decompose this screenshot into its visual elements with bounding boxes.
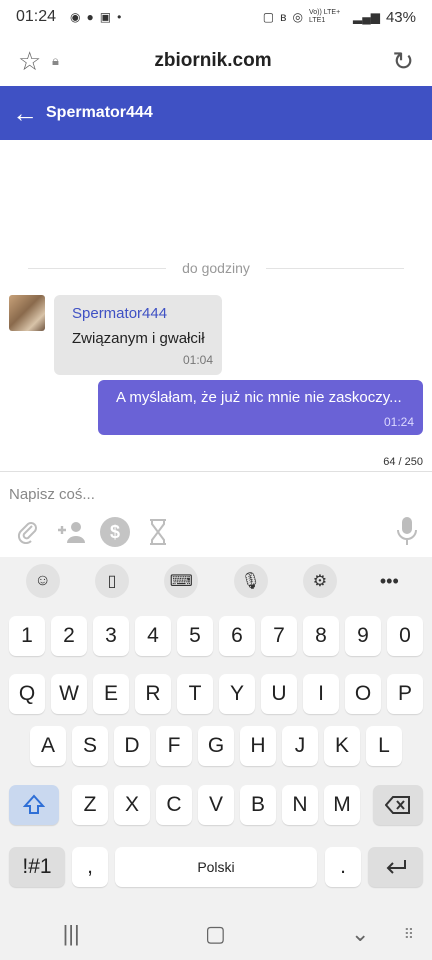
key-e[interactable]: E xyxy=(93,674,129,714)
paperclip-icon[interactable] xyxy=(12,516,44,548)
space-key[interactable]: Polski xyxy=(115,847,317,887)
keyboard-toolbar: ☺ ▯ ⌨ 🎙︎ ⚙ ••• xyxy=(0,557,432,605)
key-i[interactable]: I xyxy=(303,674,339,714)
keyboard-layout-icon[interactable]: ⌨ xyxy=(164,564,199,598)
key-b[interactable]: B xyxy=(240,785,276,825)
incoming-message: Spermator444 Związanym i gwałcił 01:04 xyxy=(54,295,222,375)
dollar-icon[interactable]: $ xyxy=(100,517,130,547)
keyboard-hide-icon[interactable]: ⠿ xyxy=(404,926,414,943)
facebook-icon: ● xyxy=(86,10,94,24)
navigation-bar: ||| ▢ ⌄ ⠿ xyxy=(0,908,432,960)
key-c[interactable]: C xyxy=(156,785,192,825)
messenger-icon: ◉ xyxy=(70,10,81,24)
signal-icon: ▂▄▆ xyxy=(353,10,380,24)
url-field[interactable]: zbiornik.com xyxy=(42,50,384,72)
nfc-icon: ▢ xyxy=(262,10,275,24)
message-text: Związanym i gwałcił xyxy=(72,330,205,347)
voice-input-icon[interactable]: 🎙︎ xyxy=(233,564,268,598)
char-counter: 64 / 250 xyxy=(383,456,423,468)
chat-title: Spermator444 xyxy=(46,104,153,121)
back-icon[interactable]: ⌄ xyxy=(351,921,369,947)
key-p[interactable]: P xyxy=(387,674,423,714)
key-y[interactable]: Y xyxy=(219,674,255,714)
key-f[interactable]: F xyxy=(156,726,192,766)
key-d[interactable]: D xyxy=(114,726,150,766)
key-4[interactable]: 4 xyxy=(135,616,171,656)
key-7[interactable]: 7 xyxy=(261,616,297,656)
key-x[interactable]: X xyxy=(114,785,150,825)
message-sender[interactable]: Spermator444 xyxy=(72,305,212,322)
home-icon[interactable]: ▢ xyxy=(205,921,226,947)
key-3[interactable]: 3 xyxy=(93,616,129,656)
hourglass-icon[interactable] xyxy=(142,516,174,548)
key-period[interactable]: . xyxy=(325,847,361,887)
key-z[interactable]: Z xyxy=(72,785,108,825)
composer: Napisz coś... $ xyxy=(0,471,432,557)
status-bar: 01:24 ◉ ● ▣ • ▢ ʙ ◎ Vo)) LTE+ LTE1 ▂▄▆ 4… xyxy=(0,0,432,34)
reload-icon[interactable]: ↻ xyxy=(384,46,414,77)
message-time: 01:24 xyxy=(383,415,414,429)
back-arrow-icon[interactable]: ← xyxy=(12,98,46,129)
dot-icon: • xyxy=(117,10,122,24)
key-v[interactable]: V xyxy=(198,785,234,825)
time-divider: do godziny xyxy=(28,260,404,276)
key-u[interactable]: U xyxy=(261,674,297,714)
add-user-icon[interactable] xyxy=(56,516,88,548)
enter-icon xyxy=(386,860,406,874)
enter-key[interactable] xyxy=(368,847,423,887)
key-5[interactable]: 5 xyxy=(177,616,213,656)
key-1[interactable]: 1 xyxy=(9,616,45,656)
key-comma[interactable]: , xyxy=(72,847,108,887)
backspace-icon xyxy=(385,796,410,814)
message-text: A myślałam, że już nic mnie nie zaskoczy… xyxy=(116,389,402,406)
key-a[interactable]: A xyxy=(30,726,66,766)
key-j[interactable]: J xyxy=(282,726,318,766)
outgoing-message: A myślałam, że już nic mnie nie zaskoczy… xyxy=(98,380,423,435)
key-t[interactable]: T xyxy=(177,674,213,714)
hotspot-icon: ◎ xyxy=(292,10,303,24)
recents-icon[interactable]: ||| xyxy=(63,921,80,947)
volte-icon: Vo)) LTE+ LTE1 xyxy=(309,9,341,24)
key-s[interactable]: S xyxy=(72,726,108,766)
shift-key[interactable] xyxy=(9,785,59,825)
key-l[interactable]: L xyxy=(366,726,402,766)
message-time: 01:04 xyxy=(182,353,213,367)
key-q[interactable]: Q xyxy=(9,674,45,714)
keyboard: ☺ ▯ ⌨ 🎙︎ ⚙ ••• 1234567890 QWERTYUIOP ASDFG… xyxy=(0,557,432,960)
key-n[interactable]: N xyxy=(282,785,318,825)
bluetooth-icon: ʙ xyxy=(280,10,287,24)
key-g[interactable]: G xyxy=(198,726,234,766)
status-time: 01:24 xyxy=(16,8,57,25)
backspace-key[interactable] xyxy=(373,785,423,825)
settings-icon[interactable]: ⚙ xyxy=(302,564,337,598)
key-2[interactable]: 2 xyxy=(51,616,87,656)
emoji-icon[interactable]: ☺ xyxy=(25,564,60,598)
key-h[interactable]: H xyxy=(240,726,276,766)
microphone-icon[interactable] xyxy=(396,516,418,551)
key-w[interactable]: W xyxy=(51,674,87,714)
key-m[interactable]: M xyxy=(324,785,360,825)
battery-level: 43% xyxy=(385,8,416,26)
gallery-icon: ▣ xyxy=(99,10,112,24)
divider-label: do godziny xyxy=(182,260,250,276)
message-input[interactable]: Napisz coś... xyxy=(9,486,95,503)
message-list[interactable]: do godziny Spermator444 Związanym i gwał… xyxy=(0,140,432,470)
key-0[interactable]: 0 xyxy=(387,616,423,656)
clipboard-icon[interactable]: ▯ xyxy=(94,564,129,598)
key-6[interactable]: 6 xyxy=(219,616,255,656)
avatar[interactable] xyxy=(9,295,45,331)
shift-icon xyxy=(23,794,45,814)
key-k[interactable]: K xyxy=(324,726,360,766)
browser-bar: ☆ 🔒︎ zbiornik.com ↻ xyxy=(0,36,432,86)
chat-header: ← Spermator444 xyxy=(0,86,432,140)
key-9[interactable]: 9 xyxy=(345,616,381,656)
symbols-key[interactable]: !#1 xyxy=(9,847,65,887)
key-o[interactable]: O xyxy=(345,674,381,714)
key-r[interactable]: R xyxy=(135,674,171,714)
more-icon[interactable]: ••• xyxy=(372,564,406,598)
key-8[interactable]: 8 xyxy=(303,616,339,656)
